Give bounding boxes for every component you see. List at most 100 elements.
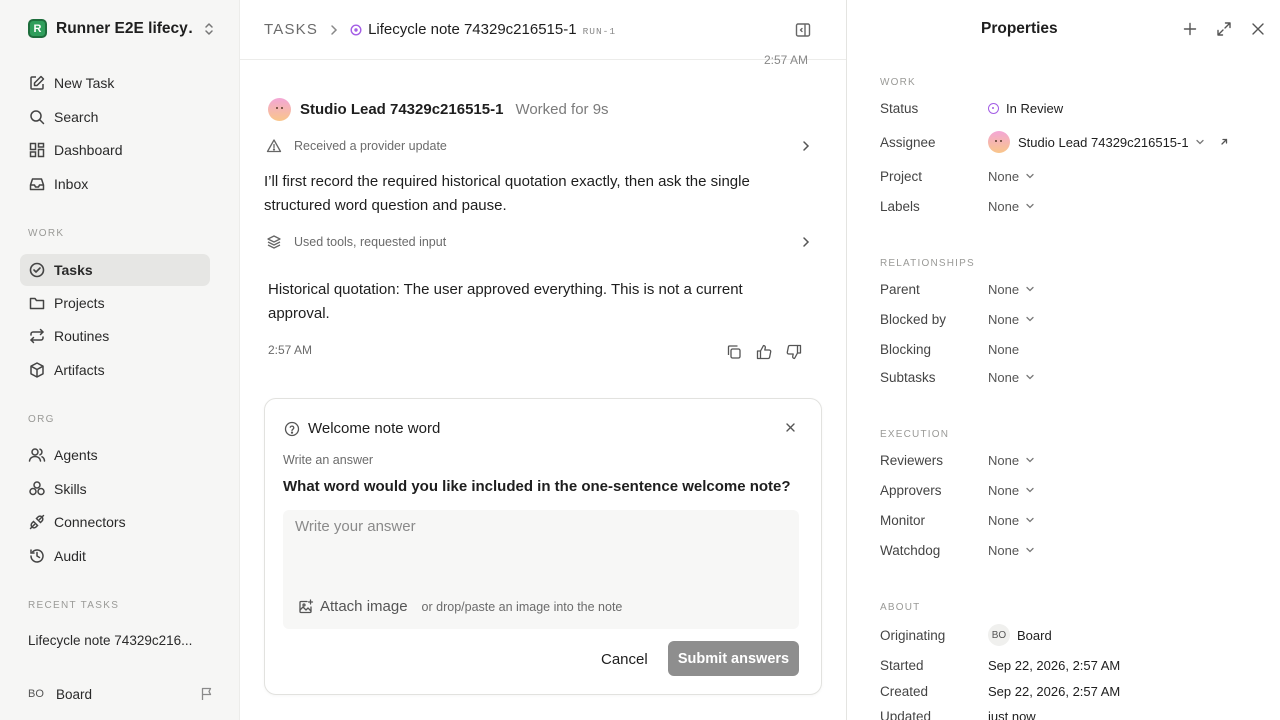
cancel-button[interactable]: Cancel bbox=[592, 642, 657, 676]
chevron-right-icon bbox=[802, 140, 810, 152]
chevron-down-icon bbox=[1025, 372, 1035, 382]
workspace-name: Runner E2E lifecy… bbox=[56, 19, 194, 37]
attach-hint: or drop/paste an image into the note bbox=[421, 599, 623, 614]
property-parent: Parent None bbox=[880, 279, 1260, 299]
property-assignee: Assignee Studio Lead 74329c216515-1 bbox=[880, 131, 1260, 153]
chevron-down-icon bbox=[1025, 171, 1035, 181]
nav-dashboard[interactable]: Dashboard bbox=[20, 134, 210, 166]
flag-icon[interactable] bbox=[200, 687, 214, 701]
monitor-value[interactable]: None bbox=[988, 513, 1035, 528]
image-plus-icon bbox=[298, 598, 314, 615]
property-label: Project bbox=[880, 168, 923, 184]
section-execution: EXECUTION bbox=[880, 429, 950, 440]
recent-task-item[interactable]: Lifecycle note 74329c216... bbox=[28, 633, 192, 648]
blocking-value: None bbox=[988, 342, 1019, 357]
section-work-label: WORK bbox=[28, 228, 65, 239]
section-about: ABOUT bbox=[880, 602, 921, 613]
chevron-down-icon bbox=[1025, 314, 1035, 324]
nav-agents[interactable]: Agents bbox=[20, 439, 210, 471]
tools-summary-row[interactable]: Used tools, requested input bbox=[264, 230, 810, 254]
assignee-value[interactable]: Studio Lead 74329c216515-1 bbox=[988, 131, 1229, 153]
answer-box: Attach image or drop/paste an image into… bbox=[283, 510, 799, 629]
check-circle-icon bbox=[28, 261, 46, 279]
copy-icon[interactable] bbox=[725, 343, 743, 361]
value-text: None bbox=[988, 168, 1020, 184]
agent-name[interactable]: Studio Lead 74329c216515-1 bbox=[300, 101, 503, 118]
dashboard-icon bbox=[28, 141, 46, 159]
property-reviewers: Reviewers None bbox=[880, 450, 1260, 470]
avatar: BO bbox=[28, 688, 44, 700]
worked-duration: Worked for 9s bbox=[515, 101, 609, 118]
nav-new-task[interactable]: New Task bbox=[20, 67, 210, 99]
question-card: Welcome note word Write an answer What w… bbox=[264, 398, 822, 695]
repeat-icon bbox=[28, 327, 46, 345]
plus-icon[interactable] bbox=[1182, 21, 1198, 37]
warning-icon bbox=[266, 138, 282, 154]
answer-input[interactable] bbox=[295, 518, 785, 535]
property-blocking: Blocking None bbox=[880, 339, 1260, 359]
agent-message: I’ll first record the required historica… bbox=[264, 173, 750, 214]
submit-answers-button[interactable]: Submit answers bbox=[668, 641, 799, 676]
labels-value[interactable]: None bbox=[988, 199, 1035, 214]
approvers-value[interactable]: None bbox=[988, 483, 1035, 498]
external-link-icon[interactable] bbox=[1219, 137, 1229, 147]
nav-label: Connectors bbox=[54, 514, 126, 530]
value-text: None bbox=[988, 369, 1020, 385]
property-label: Approvers bbox=[880, 482, 942, 498]
provider-update-row[interactable]: Received a provider update bbox=[264, 134, 810, 158]
question-circle-icon bbox=[284, 421, 300, 437]
nav-tasks[interactable]: Tasks bbox=[20, 254, 210, 286]
nav-inbox[interactable]: Inbox bbox=[20, 168, 210, 200]
attach-image-button[interactable]: Attach image bbox=[298, 598, 408, 615]
thumbs-down-icon[interactable] bbox=[785, 343, 803, 361]
chevron-up-down-icon bbox=[204, 22, 214, 36]
reviewers-value[interactable]: None bbox=[988, 453, 1035, 468]
property-approvers: Approvers None bbox=[880, 480, 1260, 500]
nav-label: New Task bbox=[54, 75, 115, 91]
property-status: Status In Review bbox=[880, 98, 1260, 118]
property-label: Labels bbox=[880, 198, 920, 214]
nav-search[interactable]: Search bbox=[20, 101, 210, 133]
parent-value[interactable]: None bbox=[988, 282, 1035, 297]
value-text: Board bbox=[1017, 627, 1052, 643]
originating-value: BO Board bbox=[988, 624, 1052, 646]
page-title: Lifecycle note 74329c216515-1 bbox=[368, 21, 577, 38]
expand-icon[interactable] bbox=[1216, 21, 1232, 37]
avatar: BO bbox=[988, 624, 1010, 646]
panel-toggle-icon[interactable] bbox=[795, 22, 811, 38]
nav-artifacts[interactable]: Artifacts bbox=[20, 354, 210, 386]
property-label: Originating bbox=[880, 627, 946, 643]
status-in-review-icon bbox=[350, 23, 362, 36]
nav-projects[interactable]: Projects bbox=[20, 287, 210, 319]
property-blocked-by: Blocked by None bbox=[880, 309, 1260, 329]
thumbs-up-icon[interactable] bbox=[755, 343, 773, 361]
tools-summary-label: Used tools, requested input bbox=[294, 235, 447, 249]
nav-label: Projects bbox=[54, 295, 105, 311]
nav-label: Skills bbox=[54, 481, 87, 497]
nav-label: Dashboard bbox=[54, 142, 123, 158]
attach-image-label: Attach image bbox=[320, 598, 408, 615]
property-watchdog: Watchdog None bbox=[880, 540, 1260, 560]
blocked-by-value[interactable]: None bbox=[988, 312, 1035, 327]
nav-connectors[interactable]: Connectors bbox=[20, 506, 210, 538]
property-started: Started Sep 22, 2026, 2:57 AM bbox=[880, 655, 1260, 675]
watchdog-value[interactable]: None bbox=[988, 543, 1035, 558]
skills-icon bbox=[28, 480, 46, 498]
breadcrumb-tasks[interactable]: TASKS bbox=[264, 21, 318, 38]
subtasks-value[interactable]: None bbox=[988, 370, 1035, 385]
user-footer[interactable]: BO Board bbox=[28, 684, 214, 704]
status-value[interactable]: In Review bbox=[988, 101, 1063, 116]
avatar bbox=[268, 98, 291, 121]
close-icon[interactable] bbox=[785, 422, 796, 433]
property-label: Created bbox=[880, 683, 929, 699]
status-in-review-icon bbox=[988, 102, 999, 114]
project-value[interactable]: None bbox=[988, 169, 1035, 184]
nav-routines[interactable]: Routines bbox=[20, 320, 210, 352]
nav-audit[interactable]: Audit bbox=[20, 540, 210, 572]
users-icon bbox=[28, 446, 46, 464]
nav-label: Audit bbox=[54, 548, 86, 564]
close-icon[interactable] bbox=[1250, 21, 1266, 37]
nav-skills[interactable]: Skills bbox=[20, 473, 210, 505]
message-time: 2:57 AM bbox=[268, 343, 313, 357]
workspace-switcher[interactable]: R Runner E2E lifecy… bbox=[28, 19, 218, 38]
